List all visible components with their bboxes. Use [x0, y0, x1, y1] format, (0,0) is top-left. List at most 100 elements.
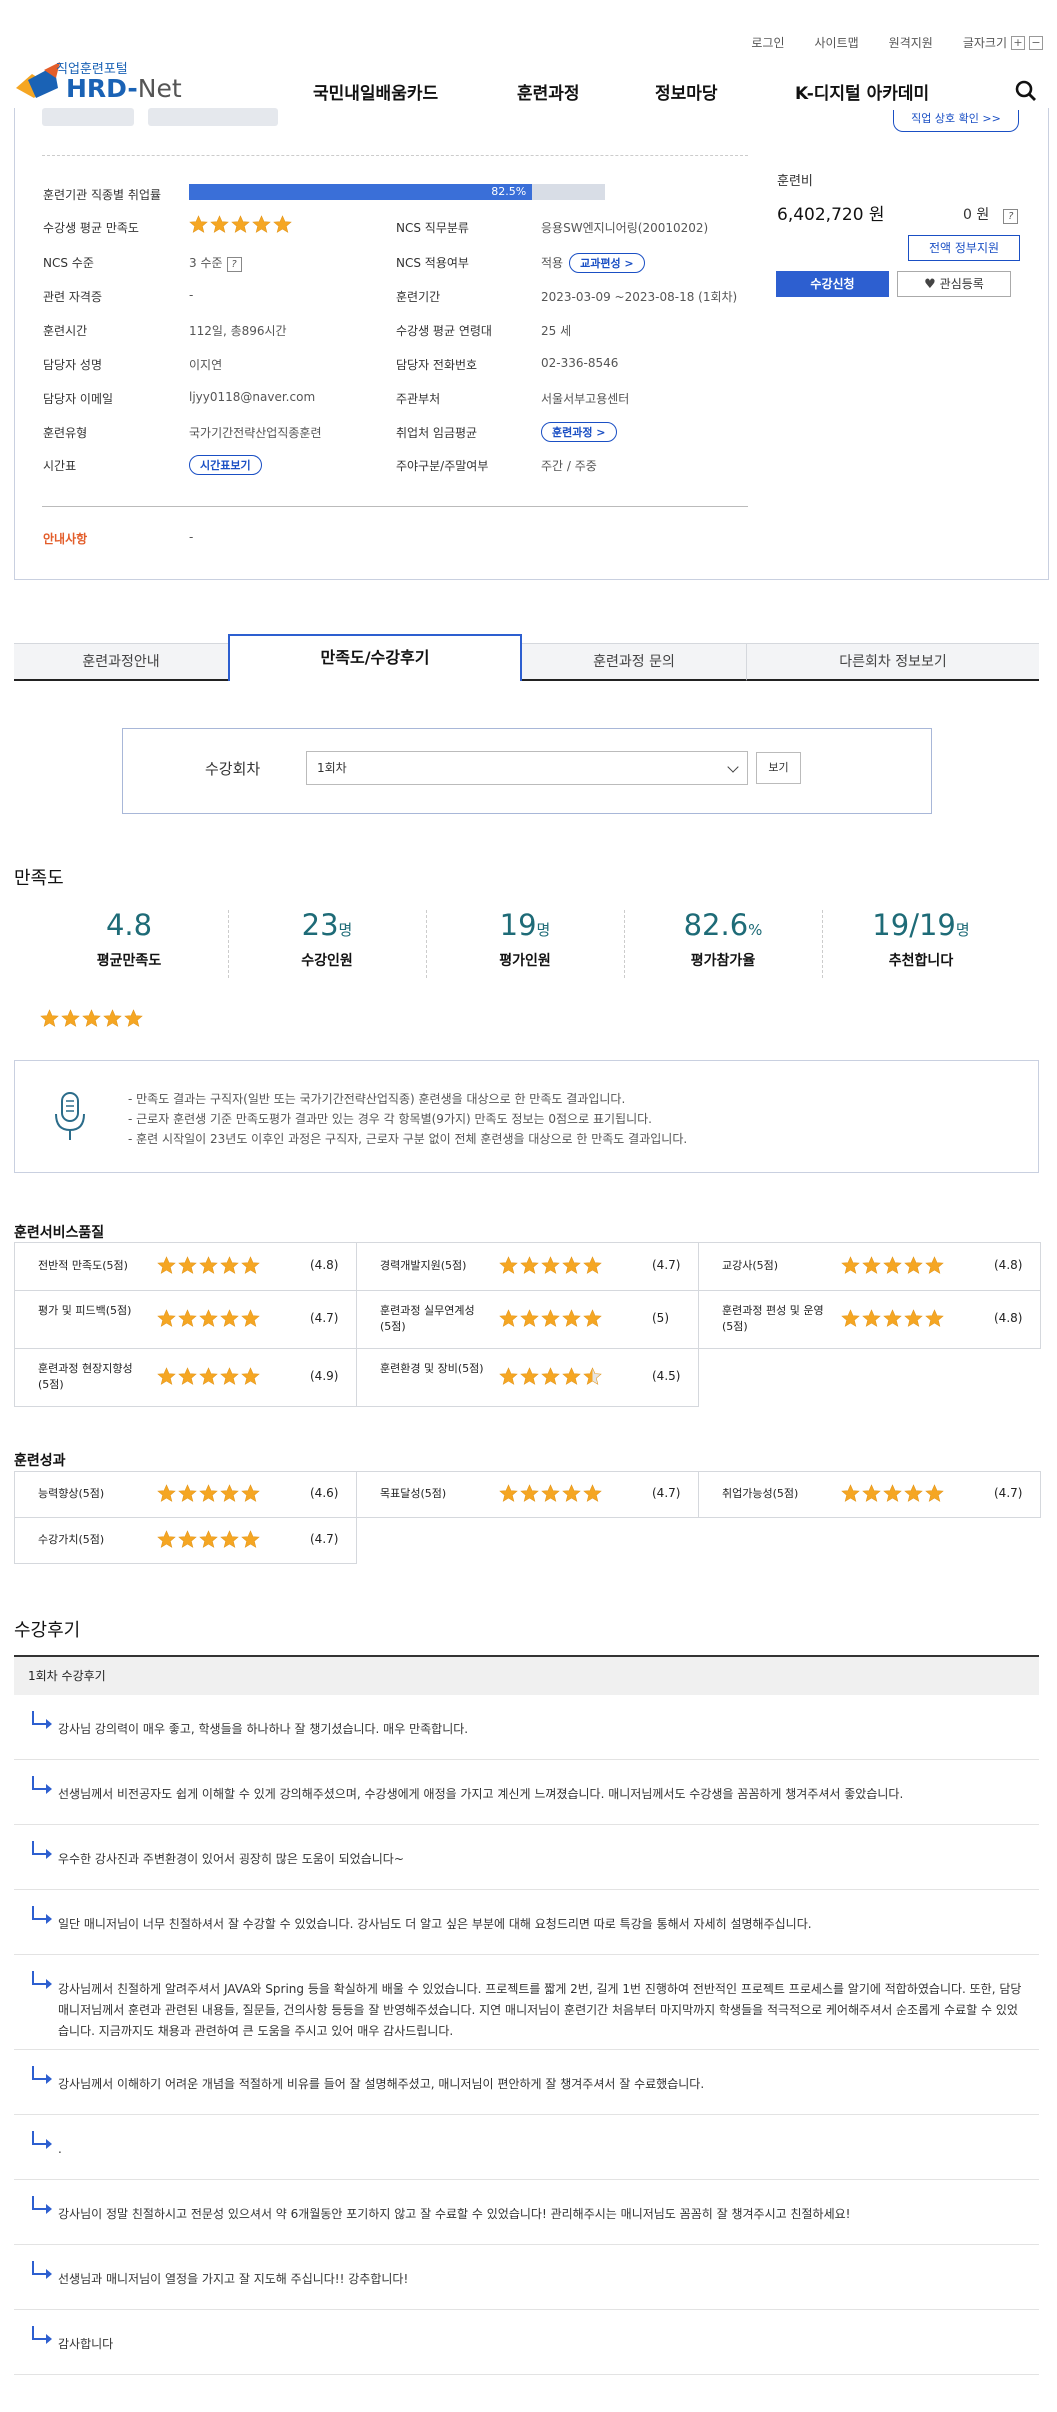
star-icon	[273, 215, 292, 233]
star-icon	[520, 1309, 539, 1327]
review-item: 선생님께서 비전공자도 쉽게 이해할 수 있게 강의해주셨으며, 수강생에게 애…	[14, 1760, 1039, 1825]
score-label: 능력향상(5점)	[38, 1487, 105, 1500]
review-item: 강사님 강의력이 매우 좋고, 학생들을 하나하나 잘 챙기셨습니다. 매우 만…	[14, 1695, 1039, 1760]
score-label: 목표달성(5점)	[380, 1487, 447, 1500]
score-label: 평가 및 피드백(5점)	[38, 1304, 132, 1317]
review-text: 우수한 강사진과 주변환경이 있어서 굉장히 많은 도움이 되었습니다~	[58, 1852, 404, 1866]
session-select[interactable]: 1회차	[306, 751, 748, 785]
tab-course-info[interactable]: 훈련과정안내	[14, 643, 228, 681]
search-icon[interactable]	[1015, 80, 1037, 102]
font-decrease-button[interactable]: −	[1029, 35, 1043, 50]
star-icon	[189, 215, 208, 233]
star-icon	[178, 1530, 197, 1548]
hours-value: 112일, 총896시간	[189, 324, 287, 338]
reply-arrow-icon	[32, 1711, 52, 1729]
satisfaction-label: 수강생 평균 만족도	[43, 221, 139, 235]
score-label: 훈련과정 편성 및 운영(5점)	[722, 1304, 824, 1333]
stat-number: 23	[301, 908, 339, 942]
nav-courses[interactable]: 훈련과정	[517, 79, 580, 104]
star-icon	[178, 1367, 197, 1385]
sitemap-link[interactable]: 사이트맵	[814, 34, 858, 51]
score-stars	[499, 1309, 602, 1328]
reply-arrow-icon	[32, 1776, 52, 1794]
curriculum-button[interactable]: 교과편성 >	[569, 253, 645, 273]
tab-satisfaction[interactable]: 만족도/수강후기	[228, 634, 522, 681]
score-value: (4.7)	[310, 1532, 339, 1546]
nav-info[interactable]: 정보마당	[655, 79, 718, 104]
score-value: (4.8)	[994, 1258, 1023, 1272]
view-button[interactable]: 보기	[756, 752, 801, 784]
score-value: (4.7)	[994, 1486, 1023, 1500]
star-icon	[61, 1009, 80, 1027]
reviews-title: 수강후기	[14, 1620, 81, 1641]
employment-rate-label: 훈련기관 직종별 취업률	[43, 188, 162, 202]
review-item: 선생님과 매니저님이 열정을 가지고 잘 지도해 주십니다!! 강추합니다!	[14, 2245, 1039, 2310]
tag-1	[42, 108, 134, 126]
logo-title[interactable]: HRD-Net	[66, 74, 182, 103]
font-increase-button[interactable]: +	[1011, 35, 1025, 50]
remote-support-link[interactable]: 원격지원	[889, 34, 933, 51]
type-label: 훈련유형	[43, 426, 88, 440]
star-icon	[541, 1256, 560, 1274]
star-icon	[220, 1309, 239, 1327]
age-label: 수강생 평균 연령대	[396, 324, 492, 338]
review-text: 선생님과 매니저님이 열정을 가지고 잘 지도해 주십니다!! 강추합니다!	[58, 2272, 409, 2286]
score-value: (4.7)	[652, 1486, 681, 1500]
type-value: 국가기간전략산업직종훈련	[189, 426, 322, 440]
ncs-apply-value: 적용 교과편성 >	[541, 253, 645, 273]
star-icon	[220, 1530, 239, 1548]
stat-unit: 명	[955, 921, 970, 939]
tag-2	[148, 108, 278, 126]
star-icon	[231, 215, 250, 233]
stat-unit: %	[748, 921, 763, 939]
satisfaction-overall-stars	[40, 1009, 143, 1028]
star-icon	[841, 1309, 860, 1327]
gov-fee-help-button[interactable]: ?	[1003, 209, 1019, 224]
score-label: 훈련과정 실무연계성(5점)	[380, 1304, 475, 1333]
star-icon	[220, 1256, 239, 1274]
tab-inquiry[interactable]: 훈련과정 문의	[522, 643, 746, 681]
stat-number: 82.6	[683, 908, 749, 942]
stat-label: 평가참가율	[690, 953, 756, 969]
heart-icon: ♥	[924, 277, 936, 292]
star-icon	[583, 1256, 602, 1274]
star-icon	[199, 1530, 218, 1548]
star-icon	[499, 1256, 518, 1274]
star-icon	[499, 1309, 518, 1327]
gov-fee-value: 0 원?	[963, 204, 1019, 224]
employment-rate-bar: 82.5%	[189, 184, 605, 200]
timetable-button[interactable]: 시간표보기	[189, 455, 262, 475]
nav-k-digital[interactable]: K-디지털 아카데미	[795, 79, 929, 104]
ncs-level-help-button[interactable]: ?	[226, 257, 242, 272]
hours-label: 훈련시간	[43, 324, 88, 338]
apply-button[interactable]: 수강신청	[776, 271, 889, 297]
star-icon	[178, 1309, 197, 1327]
stat-value: 19/19명	[822, 908, 1020, 942]
ncs-apply-label: NCS 적용여부	[396, 256, 469, 270]
score-value: (4.8)	[994, 1311, 1023, 1325]
star-icon	[199, 1309, 218, 1327]
review-item: 우수한 강사진과 주변환경이 있어서 굉장히 많은 도움이 되었습니다~	[14, 1825, 1039, 1890]
nav-card[interactable]: 국민내일배움카드	[313, 79, 438, 104]
logo-title-net: Net	[137, 74, 182, 103]
tab-other-sessions[interactable]: 다른회차 정보보기	[746, 643, 1039, 681]
satisfaction-stars	[189, 215, 292, 234]
favorite-button[interactable]: ♥ 관심등록	[897, 271, 1011, 297]
outcome-title: 훈련성과	[14, 1453, 66, 1469]
score-label: 경력개발지원(5점)	[380, 1259, 467, 1272]
period-label: 훈련기간	[396, 290, 441, 304]
timetable-value: 시간표보기	[183, 455, 262, 475]
gov-support-button[interactable]: 전액 정부지원	[908, 235, 1020, 261]
reply-arrow-icon	[32, 2131, 52, 2149]
score-label: 훈련환경 및 장비(5점)	[380, 1362, 484, 1375]
logo-title-hrd: HRD-	[66, 74, 138, 103]
login-link[interactable]: 로그인	[751, 34, 784, 51]
stat-divider	[624, 910, 625, 978]
phone-value: 02-336-8546	[541, 356, 619, 370]
review-item: 강사님께서 친절하게 알려주셔서 JAVA와 Spring 등을 확실하게 배울…	[14, 1955, 1039, 2050]
stat-number: 19	[499, 908, 537, 942]
star-icon	[157, 1309, 176, 1327]
cert-check-button[interactable]: 직업 상호 확인 >>	[893, 110, 1019, 132]
wage-course-button[interactable]: 훈련과정 >	[541, 422, 617, 442]
stat-label: 수강인원	[301, 953, 353, 969]
